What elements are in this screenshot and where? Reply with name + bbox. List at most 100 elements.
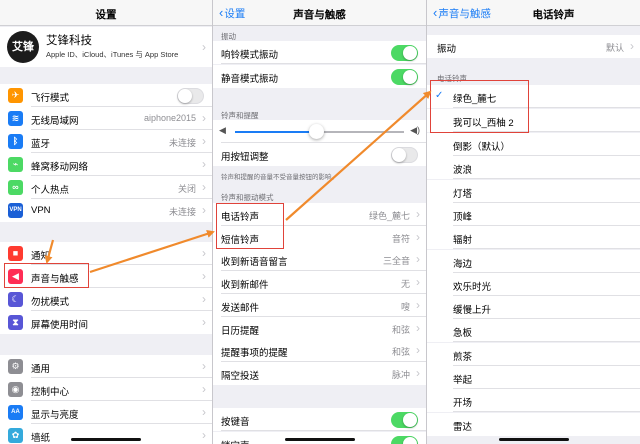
- sound-pattern-value: 绿色_麓七: [368, 211, 410, 221]
- sound-pattern-value: 三全音: [382, 256, 410, 267]
- vibrate-row: 静音模式振动: [213, 65, 426, 88]
- chevron-right-icon: ›: [416, 297, 420, 312]
- wallpaper-icon: ✿: [8, 428, 23, 443]
- highlight-sounds-row: [4, 263, 89, 288]
- sound-pattern-value: 音符: [391, 233, 410, 244]
- chevron-left-icon: ‹: [433, 5, 438, 20]
- settings-row-label: 个人热点: [31, 185, 70, 196]
- settings-row-1[interactable]: ◉ 控制中心 ›: [0, 378, 212, 401]
- vibrate-row: 响铃模式振动: [213, 41, 426, 64]
- sound-pattern-value: 和弦: [391, 324, 410, 335]
- sound-pattern-row[interactable]: 提醒事项的提醒 和弦 ›: [213, 339, 426, 363]
- chevron-right-icon: ›: [202, 315, 206, 329]
- settings-row-label: 蜂窝移动网络: [31, 162, 89, 173]
- ringtone-label: 煎茶: [453, 351, 473, 363]
- ringtone-row[interactable]: 海边: [427, 249, 640, 273]
- cellular-icon: ⌁: [8, 157, 23, 172]
- ringtone-row[interactable]: 雷达: [427, 412, 640, 436]
- settings-row-label: 勿扰模式: [31, 297, 70, 308]
- chevron-right-icon: ›: [416, 252, 420, 267]
- volume-slider[interactable]: [235, 124, 404, 139]
- sound-pattern-value: 脉冲: [391, 369, 410, 380]
- settings-row-3[interactable]: ⌁ 蜂窝移动网络 ›: [0, 153, 212, 176]
- vibrate-toggle[interactable]: [391, 45, 418, 61]
- settings-panel: 设置 艾锋 艾锋科技 Apple ID、iCloud、iTunes 与 App …: [0, 0, 212, 444]
- ringtone-row[interactable]: 举起: [427, 366, 640, 389]
- highlight-ringtone-rows: [216, 203, 284, 249]
- ringtone-row[interactable]: 顶峰: [427, 202, 640, 226]
- home-indicator: [498, 438, 569, 441]
- settings-row-label: 无线局域网: [31, 116, 79, 127]
- airplane-icon: ✈: [8, 88, 23, 103]
- settings-row-0[interactable]: ✈ 飞行模式: [0, 84, 212, 107]
- settings-row-label: 通用: [31, 364, 51, 375]
- sound-pattern-row[interactable]: 收到新邮件 无 ›: [213, 271, 426, 295]
- bluetooth-icon: ᛒ: [8, 134, 23, 149]
- chevron-right-icon: ›: [416, 207, 420, 221]
- feedback-toggle[interactable]: [391, 412, 418, 428]
- ringtone-row[interactable]: 开场: [427, 389, 640, 413]
- ringtone-row[interactable]: 急板: [427, 319, 640, 343]
- volume-slider-knob[interactable]: [309, 124, 325, 139]
- airplane-mode-toggle[interactable]: [177, 88, 204, 104]
- sound-pattern-row[interactable]: 发送邮件 嗖 ›: [213, 293, 426, 317]
- feedback-toggle[interactable]: [391, 436, 418, 444]
- gear-icon: ⚙: [8, 359, 23, 374]
- chevron-right-icon: ›: [202, 428, 206, 442]
- settings-row-2[interactable]: ☾ 勿扰模式 ›: [0, 288, 212, 311]
- chevron-right-icon: ›: [630, 39, 634, 53]
- settings-row-2[interactable]: AA 显示与亮度 ›: [0, 401, 212, 424]
- ringtone-row[interactable]: 倒影（默认）: [427, 133, 640, 156]
- vibrate-row-label: 响铃模式振动: [221, 50, 279, 61]
- settings-row-1[interactable]: ≋ 无线局域网 aiphone2015 ›: [0, 107, 212, 130]
- wifi-icon: ≋: [8, 111, 23, 126]
- volume-slider-fill: [235, 131, 317, 133]
- chevron-right-icon: ›: [202, 269, 206, 283]
- settings-row-3[interactable]: ✿ 墙纸 ›: [0, 424, 212, 444]
- settings-row-5[interactable]: VPN VPN 未连接 ›: [0, 199, 212, 222]
- profile-name: 艾锋科技: [46, 35, 92, 47]
- settings-row-0[interactable]: ■ 通知 ›: [0, 242, 212, 265]
- patterns-section-header: 铃声和振动模式: [221, 193, 274, 202]
- ringtone-row[interactable]: 煎茶: [427, 342, 640, 366]
- ringtone-row[interactable]: 波浪: [427, 156, 640, 180]
- settings-row-label: 屏幕使用时间: [31, 320, 89, 331]
- settings-row-0[interactable]: ⚙ 通用 ›: [0, 355, 212, 378]
- feedback-row-label: 锁定声: [221, 438, 250, 444]
- vibration-row[interactable]: 振动 默认 ›: [427, 35, 640, 58]
- chevron-right-icon: ›: [416, 275, 420, 290]
- ringtone-label: 举起: [453, 375, 473, 386]
- ringtone-label: 开场: [453, 398, 473, 410]
- settings-row-value: aiphone2015: [143, 113, 196, 123]
- settings-row-value: 关闭: [177, 184, 196, 194]
- change-with-buttons-toggle[interactable]: [391, 147, 418, 163]
- settings-row-label: 控制中心: [31, 387, 70, 398]
- chevron-right-icon: ›: [202, 405, 206, 419]
- chevron-right-icon: ›: [202, 134, 206, 148]
- sound-pattern-row[interactable]: 收到新语音留言 三全音 ›: [213, 248, 426, 272]
- ringtone-row[interactable]: 辐射: [427, 226, 640, 250]
- settings-row-label: VPN: [31, 205, 51, 216]
- ringtone-label: 雷达: [453, 421, 473, 433]
- apple-id-row[interactable]: 艾锋 艾锋科技 Apple ID、iCloud、iTunes 与 App Sto…: [0, 27, 212, 67]
- sound-pattern-row[interactable]: 隔空投送 脉冲 ›: [213, 361, 426, 385]
- sound-pattern-row[interactable]: 日历提醒 和弦 ›: [213, 316, 426, 340]
- settings-row-4[interactable]: ∞ 个人热点 关闭 ›: [0, 176, 212, 199]
- ringtone-label: 欢乐时光: [453, 281, 492, 293]
- sound-pattern-label: 隔空投送: [221, 370, 260, 382]
- settings-navbar: 设置: [0, 0, 212, 26]
- ringtone-row[interactable]: 缓慢上升: [427, 296, 640, 320]
- chevron-right-icon: ›: [202, 246, 206, 260]
- settings-row-2[interactable]: ᛒ 蓝牙 未连接 ›: [0, 130, 212, 153]
- ringtone-row[interactable]: 灯塔: [427, 179, 640, 203]
- ringer-footnote: 铃声和提醒的音量不受音量按钮的影响。: [221, 174, 338, 181]
- sound-pattern-label: 收到新语音留言: [221, 257, 288, 269]
- settings-row-3[interactable]: ⧗ 屏幕使用时间 ›: [0, 311, 212, 334]
- sound-pattern-label: 提醒事项的提醒: [221, 348, 288, 360]
- vibrate-toggle[interactable]: [391, 69, 418, 85]
- chevron-right-icon: ›: [202, 111, 206, 125]
- ringtone-label: 缓慢上升: [453, 305, 492, 317]
- ringtone-row[interactable]: 欢乐时光: [427, 272, 640, 296]
- change-with-buttons-label: 用按钮调整: [221, 152, 269, 163]
- speaker-high-icon: ◀): [410, 125, 420, 135]
